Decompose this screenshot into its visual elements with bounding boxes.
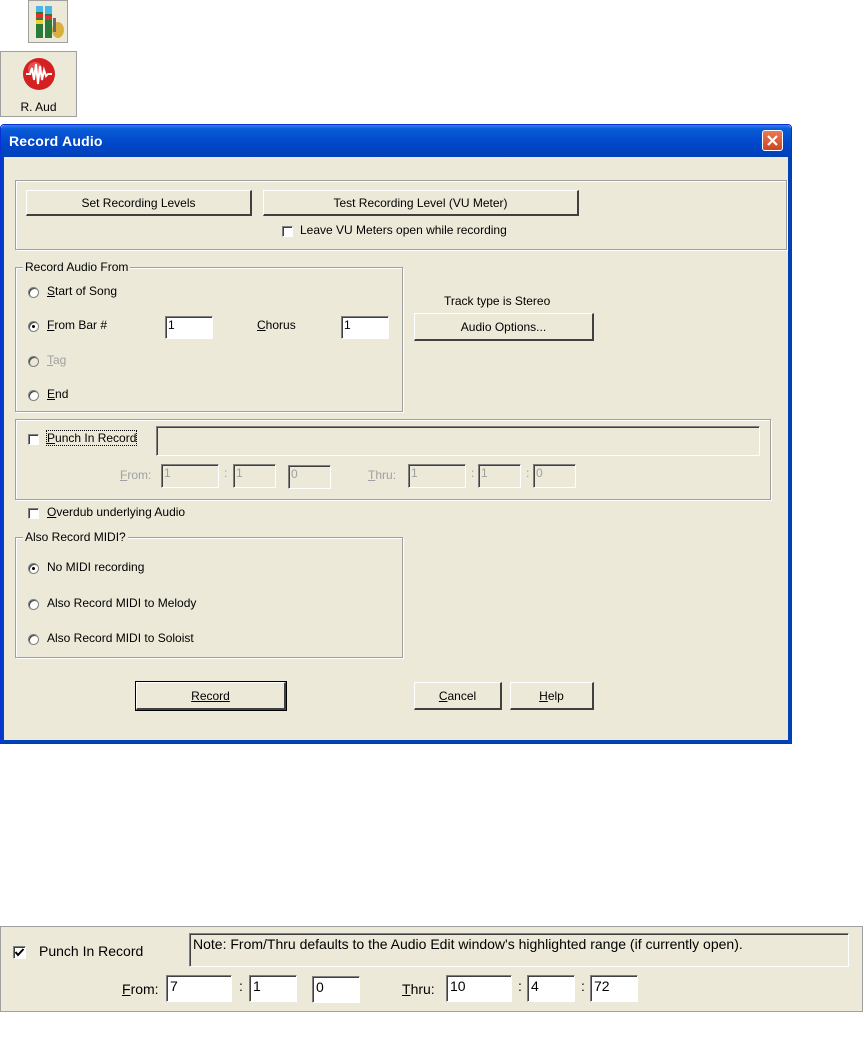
also-record-midi-legend: Also Record MIDI? xyxy=(23,530,128,544)
punch-from-beat-input[interactable]: 1 xyxy=(233,464,276,488)
punch-detail-thru-tick-input[interactable]: 72 xyxy=(590,975,638,1002)
overdub-label: Overdub underlying Audio xyxy=(47,505,186,519)
punch-detail-from-label: From: xyxy=(122,981,159,997)
no-midi-radio[interactable] xyxy=(28,563,39,574)
chorus-input[interactable]: 1 xyxy=(341,316,389,339)
from-bar-radio[interactable] xyxy=(28,321,39,332)
punch-from-separator-1: : xyxy=(224,466,228,480)
checkmark-icon xyxy=(14,948,25,957)
overdub-checkbox[interactable] xyxy=(28,508,39,519)
punch-thru-beat-input[interactable]: 1 xyxy=(478,464,521,488)
punch-thru-separator-2: : xyxy=(526,466,530,480)
punch-thru-separator-1: : xyxy=(471,466,475,480)
midi-to-soloist-label: Also Record MIDI to Soloist xyxy=(47,631,194,645)
punch-detail-thru-beat-input[interactable]: 4 xyxy=(527,975,575,1002)
close-icon xyxy=(767,135,778,146)
punch-detail-thru-separator-2: : xyxy=(581,978,585,994)
punch-in-label: Punch In Record xyxy=(45,430,138,446)
punch-thru-bar-input[interactable]: 1 xyxy=(408,464,466,488)
punch-detail-thru-separator-1: : xyxy=(518,978,522,994)
punch-detail-note: Note: From/Thru defaults to the Audio Ed… xyxy=(189,933,849,967)
dialog-frame-left xyxy=(1,157,4,743)
audio-options-button[interactable]: Audio Options... xyxy=(414,313,594,341)
start-of-song-radio[interactable] xyxy=(28,287,39,298)
end-label: End xyxy=(47,387,69,401)
punch-detail-thru-label: Thru: xyxy=(402,981,435,997)
punch-thru-label: Thru: xyxy=(368,468,397,482)
punch-in-detail-label: Punch In Record xyxy=(39,943,144,959)
record-audio-from-legend: Record Audio From xyxy=(23,260,131,274)
punch-detail-thru-bar-input[interactable]: 10 xyxy=(446,975,512,1002)
punch-in-checkbox[interactable] xyxy=(28,434,39,445)
record-audio-button-label: R. Aud xyxy=(20,100,57,114)
midi-to-melody-radio[interactable] xyxy=(28,599,39,610)
record-audio-dialog: Record Audio Set Recording Levels Test R… xyxy=(0,124,792,744)
punch-from-label: From: xyxy=(120,468,152,482)
record-waveform-icon xyxy=(23,58,55,90)
dialog-frame-right xyxy=(788,157,791,743)
punch-detail-from-beat-input[interactable]: 1 xyxy=(249,975,297,1002)
start-of-song-label: Start of Song xyxy=(47,284,118,298)
mixer-toolbar-button[interactable] xyxy=(28,0,68,43)
leave-vu-meters-checkbox[interactable] xyxy=(282,226,293,237)
punch-detail-from-tick-input[interactable]: 0 xyxy=(312,976,360,1003)
punch-in-detail-checkbox[interactable] xyxy=(13,946,26,959)
punch-thru-tick-input[interactable]: 0 xyxy=(533,464,576,488)
midi-to-melody-label: Also Record MIDI to Melody xyxy=(47,596,197,610)
mixer-icon xyxy=(36,6,64,38)
punch-from-tick-input[interactable]: 0 xyxy=(288,465,331,489)
dialog-title: Record Audio xyxy=(9,133,103,149)
cancel-button[interactable]: Cancel xyxy=(414,682,502,710)
from-bar-label: From Bar # xyxy=(47,318,108,332)
track-type-text: Track type is Stereo xyxy=(444,294,551,308)
tag-label: Tag xyxy=(47,353,67,367)
punch-detail-from-separator-1: : xyxy=(239,978,243,994)
punch-detail-from-bar-input[interactable]: 7 xyxy=(166,975,232,1002)
close-button[interactable] xyxy=(762,130,783,151)
chorus-label: Chorus xyxy=(257,318,296,332)
also-record-midi-group: No MIDI recording Also Record MIDI to Me… xyxy=(15,537,403,658)
record-button[interactable]: Record xyxy=(135,681,287,711)
end-radio[interactable] xyxy=(28,390,39,401)
midi-to-soloist-radio[interactable] xyxy=(28,634,39,645)
dialog-frame-bottom xyxy=(1,740,791,743)
leave-vu-meters-label: Leave VU Meters open while recording xyxy=(300,223,507,237)
punch-from-bar-input[interactable]: 1 xyxy=(161,464,219,488)
no-midi-label: No MIDI recording xyxy=(47,560,145,574)
record-audio-from-group: Start of Song From Bar # 1 Chorus 1 Tag … xyxy=(15,267,403,412)
test-recording-level-button[interactable]: Test Recording Level (VU Meter) xyxy=(263,190,579,216)
set-recording-levels-button[interactable]: Set Recording Levels xyxy=(26,190,252,216)
recording-levels-group: Set Recording Levels Test Recording Leve… xyxy=(15,180,787,250)
punch-in-detail-panel: Punch In Record Note: From/Thru defaults… xyxy=(0,926,863,1012)
from-bar-input[interactable]: 1 xyxy=(165,316,213,339)
tag-radio[interactable] xyxy=(28,356,39,367)
punch-note-box xyxy=(156,426,760,456)
punch-in-group: Punch In Record From: 1 : 1 0 Thru: 1 : … xyxy=(15,419,771,500)
record-audio-toolbar-button[interactable]: R. Aud xyxy=(0,51,77,117)
help-button[interactable]: Help xyxy=(510,682,594,710)
title-bar: Record Audio xyxy=(1,125,791,157)
